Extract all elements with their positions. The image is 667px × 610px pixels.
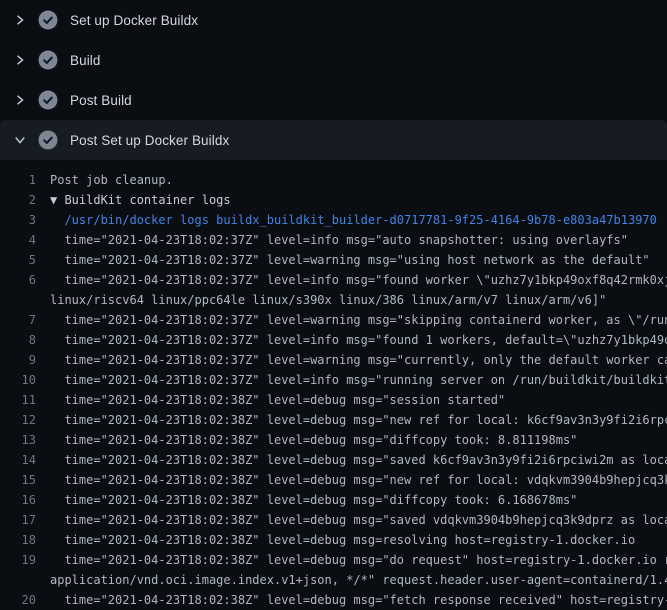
log-row: 7 time="2021-04-23T18:02:37Z" level=warn…	[0, 310, 667, 330]
log-row: 11 time="2021-04-23T18:02:38Z" level=deb…	[0, 390, 667, 410]
log-line-number[interactable]: 20	[0, 590, 36, 610]
log-line-number[interactable]: 13	[0, 430, 36, 450]
step-success-check-icon	[38, 50, 58, 70]
log-row: 6 time="2021-04-23T18:02:37Z" level=info…	[0, 270, 667, 290]
log-line-text: time="2021-04-23T18:02:37Z" level=info m…	[50, 230, 628, 250]
step-success-check-icon	[38, 90, 58, 110]
log-line-number[interactable]: 14	[0, 450, 36, 470]
steps-list: Set up Docker Buildx Build Post Buil	[0, 0, 667, 160]
log-line-text: time="2021-04-23T18:02:37Z" level=info m…	[50, 330, 667, 350]
log-line-text: time="2021-04-23T18:02:38Z" level=debug …	[50, 450, 667, 470]
log-line-number[interactable]: 7	[0, 310, 36, 330]
step-success-check-icon	[38, 130, 58, 150]
log-line-text: Post job cleanup.	[50, 170, 173, 190]
log-line-number[interactable]: 17	[0, 510, 36, 530]
log-line-number[interactable]	[0, 570, 36, 590]
log-line-number[interactable]: 19	[0, 550, 36, 570]
log-line-text: time="2021-04-23T18:02:38Z" level=debug …	[50, 390, 505, 410]
log-line-number[interactable]: 1	[0, 170, 36, 190]
log-line-text: time="2021-04-23T18:02:38Z" level=debug …	[50, 430, 577, 450]
log-line-text: application/vnd.oci.image.index.v1+json,…	[50, 570, 667, 590]
log-row: 20 time="2021-04-23T18:02:38Z" level=deb…	[0, 590, 667, 610]
log-line-text: time="2021-04-23T18:02:37Z" level=warnin…	[50, 350, 667, 370]
log-row: 5 time="2021-04-23T18:02:37Z" level=warn…	[0, 250, 667, 270]
step-label: Set up Docker Buildx	[70, 13, 198, 28]
log-row: 2 ▼ BuildKit container logs	[0, 190, 667, 210]
log-line-number[interactable]: 6	[0, 270, 36, 290]
log-row: 18 time="2021-04-23T18:02:38Z" level=deb…	[0, 530, 667, 550]
log-row: 15 time="2021-04-23T18:02:38Z" level=deb…	[0, 470, 667, 490]
log-row: 14 time="2021-04-23T18:02:38Z" level=deb…	[0, 450, 667, 470]
chevron-right-icon	[12, 92, 28, 108]
step-label: Post Set up Docker Buildx	[70, 133, 229, 148]
step-row[interactable]: Set up Docker Buildx	[0, 0, 667, 40]
chevron-right-icon	[12, 52, 28, 68]
log-row: 12 time="2021-04-23T18:02:38Z" level=deb…	[0, 410, 667, 430]
step-success-check-icon	[38, 10, 58, 30]
log-line-text: ▼ BuildKit container logs	[50, 190, 231, 210]
log-line-text: /usr/bin/docker logs buildx_buildkit_bui…	[50, 210, 657, 230]
log-line-text: linux/riscv64 linux/ppc64le linux/s390x …	[50, 290, 606, 310]
log-line-text: time="2021-04-23T18:02:38Z" level=debug …	[50, 590, 667, 610]
log-line-number[interactable]: 15	[0, 470, 36, 490]
log-line-number[interactable]: 16	[0, 490, 36, 510]
log-line-text: time="2021-04-23T18:02:38Z" level=debug …	[50, 530, 635, 550]
log-line-text: time="2021-04-23T18:02:38Z" level=debug …	[50, 490, 577, 510]
log-row: 9 time="2021-04-23T18:02:37Z" level=warn…	[0, 350, 667, 370]
log-line-number[interactable]: 2	[0, 190, 36, 210]
log-line-number[interactable]: 18	[0, 530, 36, 550]
step-row[interactable]: Post Set up Docker Buildx	[0, 120, 667, 160]
log-line-number[interactable]: 9	[0, 350, 36, 370]
log-line-number[interactable]: 4	[0, 230, 36, 250]
step-label: Build	[70, 53, 101, 68]
log-line-number[interactable]	[0, 290, 36, 310]
log-row: 4 time="2021-04-23T18:02:37Z" level=info…	[0, 230, 667, 250]
log-line-text: time="2021-04-23T18:02:38Z" level=debug …	[50, 510, 667, 530]
step-row[interactable]: Build	[0, 40, 667, 80]
log-row: 1 Post job cleanup.	[0, 170, 667, 190]
log-line-number[interactable]: 8	[0, 330, 36, 350]
log-row: application/vnd.oci.image.index.v1+json,…	[0, 570, 667, 590]
log-line-number[interactable]: 10	[0, 370, 36, 390]
log-line-text: time="2021-04-23T18:02:37Z" level=info m…	[50, 270, 667, 290]
log-line-text: time="2021-04-23T18:02:38Z" level=debug …	[50, 470, 667, 490]
chevron-right-icon	[12, 12, 28, 28]
log-row: 13 time="2021-04-23T18:02:38Z" level=deb…	[0, 430, 667, 450]
log-row: 16 time="2021-04-23T18:02:38Z" level=deb…	[0, 490, 667, 510]
log-row: 8 time="2021-04-23T18:02:37Z" level=info…	[0, 330, 667, 350]
log-line-number[interactable]: 11	[0, 390, 36, 410]
log-line-number[interactable]: 3	[0, 210, 36, 230]
log-line-number[interactable]: 12	[0, 410, 36, 430]
chevron-down-icon	[12, 132, 28, 148]
log-row: linux/riscv64 linux/ppc64le linux/s390x …	[0, 290, 667, 310]
log-row: 19 time="2021-04-23T18:02:38Z" level=deb…	[0, 550, 667, 570]
log-row: 17 time="2021-04-23T18:02:38Z" level=deb…	[0, 510, 667, 530]
step-label: Post Build	[70, 93, 132, 108]
log-row: 10 time="2021-04-23T18:02:37Z" level=inf…	[0, 370, 667, 390]
log-line-text: time="2021-04-23T18:02:38Z" level=debug …	[50, 550, 667, 570]
log-line-number[interactable]: 5	[0, 250, 36, 270]
log-line-text: time="2021-04-23T18:02:38Z" level=debug …	[50, 410, 667, 430]
log-viewer: 1 Post job cleanup. 2 ▼ BuildKit contain…	[0, 160, 667, 610]
log-row: 3 /usr/bin/docker logs buildx_buildkit_b…	[0, 210, 667, 230]
log-line-text: time="2021-04-23T18:02:37Z" level=info m…	[50, 370, 667, 390]
log-line-text: time="2021-04-23T18:02:37Z" level=warnin…	[50, 250, 650, 270]
step-row[interactable]: Post Build	[0, 80, 667, 120]
log-line-text: time="2021-04-23T18:02:37Z" level=warnin…	[50, 310, 667, 330]
